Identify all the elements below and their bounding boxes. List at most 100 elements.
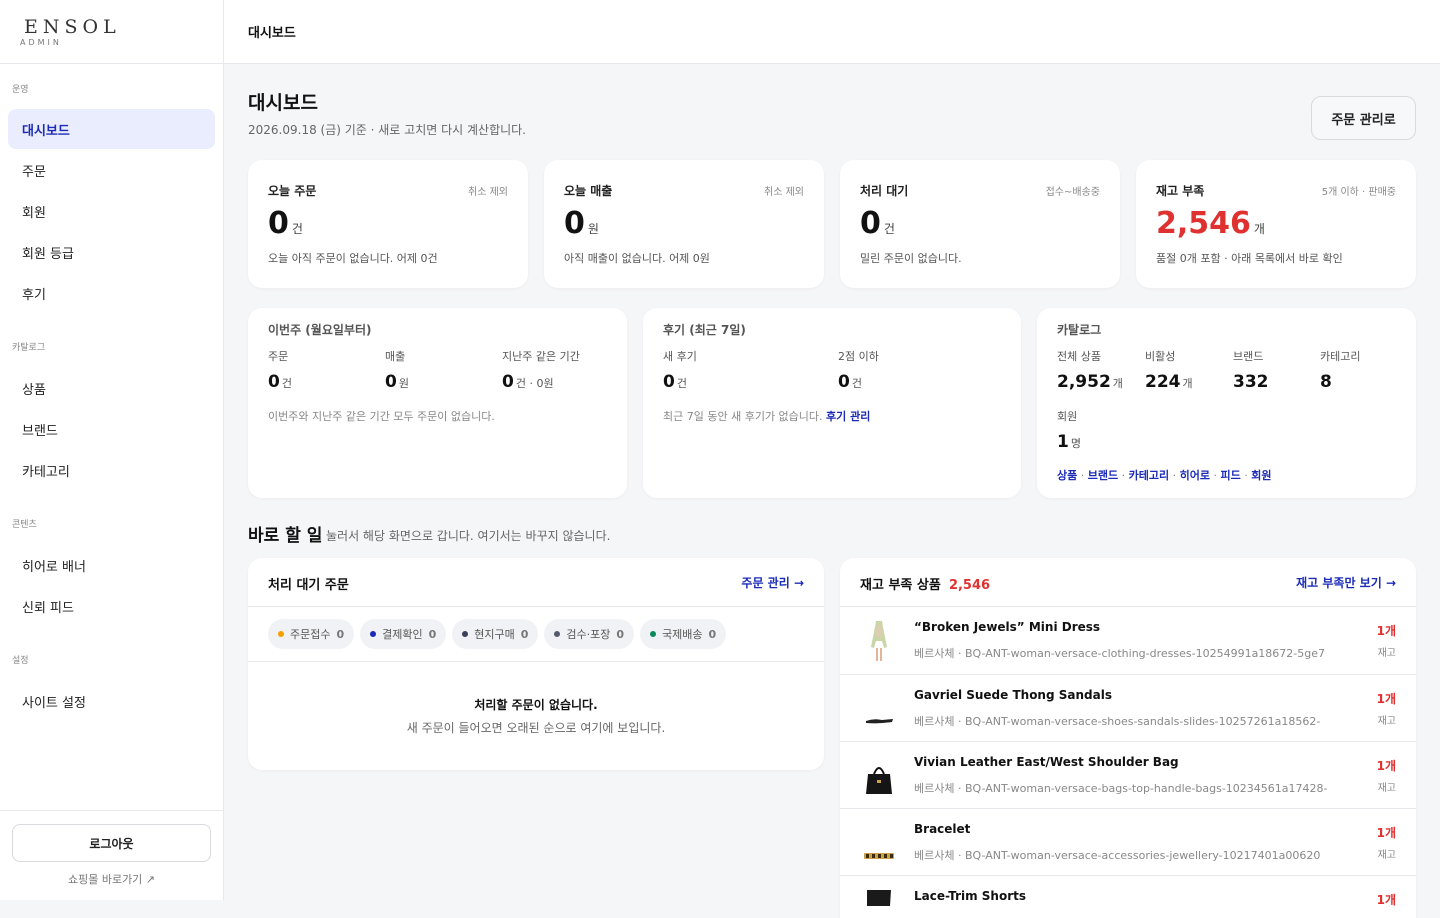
stat-value: 2,546 개 (1156, 206, 1265, 241)
stock-label: 재고 (1377, 716, 1396, 727)
product-sku: 베르사체 · BQ-ANT-woman-versace-shoes-sandal… (914, 715, 1321, 728)
brand-logo[interactable]: ENSOL ADMIN (0, 0, 223, 64)
stat-note: 접수~배송중 (1045, 187, 1100, 198)
week-prev: 지난주 같은 기간 0건 · 0원 (502, 350, 580, 392)
nav-section-settings: 설정 (12, 656, 29, 666)
shorts-thumbnail-icon (867, 890, 891, 906)
todo-title: 바로 할 일 (248, 526, 323, 546)
stat-label: 오늘 주문 (268, 184, 317, 198)
sidebar-item-members[interactable]: 회원 (8, 191, 215, 231)
week-note: 이번주와 지난주 같은 기간 모두 주문이 없습니다. (268, 410, 495, 423)
chip-order-received[interactable]: 주문접수 0 (268, 619, 355, 649)
chip-intl-shipping[interactable]: 국제배송 0 (640, 619, 727, 649)
sidebar-item-products[interactable]: 상품 (8, 368, 215, 408)
orders-management-button[interactable]: 주문 관리로 (1311, 96, 1416, 140)
catalog-link-feed[interactable]: 피드 (1220, 469, 1240, 482)
reviews-note: 최근 7일 동안 새 후기가 없습니다. 후기 관리 (663, 410, 871, 423)
product-sku: 베르사체 · BQ-ANT-woman-versace-bags-top-han… (914, 782, 1328, 795)
stock-row[interactable]: Lace-Trim Shorts 1개 (840, 875, 1416, 918)
reviews-card: 후기 (최근 7일) 새 후기 0건 2점 이하 0건 최근 7일 동안 새 후… (643, 308, 1021, 498)
week-title: 이번주 (월요일부터) (268, 323, 372, 337)
stat-desc: 밀린 주문이 없습니다. (860, 252, 962, 265)
pending-empty-title: 처리할 주문이 없습니다. (474, 698, 598, 712)
page-title: 대시보드 (248, 92, 318, 114)
sidebar-item-reviews[interactable]: 후기 (8, 273, 215, 313)
catalog-inactive: 비활성 224 개 (1145, 350, 1193, 392)
sidebar-item-dashboard[interactable]: 대시보드 (8, 109, 215, 149)
brand-sub: ADMIN (20, 38, 62, 47)
product-name: Lace-Trim Shorts (914, 889, 1027, 903)
stock-label: 재고 (1377, 648, 1396, 659)
catalog-title: 카탈로그 (1057, 323, 1102, 337)
status-dot-icon (462, 631, 469, 637)
low-stock-header: 재고 부족 상품 2,546 재고 부족만 보기 → (840, 558, 1416, 607)
status-chips: 주문접수 0 결제확인 0 현지구매 0 검수·포장 0 국제배송 0 (248, 607, 824, 662)
stat-card-today-orders[interactable]: 오늘 주문 취소 제외 0건 오늘 아직 주문이 없습니다. 어제 0건 (248, 160, 528, 288)
catalog-link-brands[interactable]: 브랜드 (1088, 469, 1118, 482)
stat-card-today-sales[interactable]: 오늘 매출 취소 제외 0원 아직 매출이 없습니다. 어제 0원 (544, 160, 824, 288)
product-name: Gavriel Suede Thong Sandals (914, 688, 1112, 702)
sidebar-item-member-grades[interactable]: 회원 등급 (8, 232, 215, 272)
reviews-title: 후기 (최근 7일) (663, 323, 746, 337)
stat-note: 취소 제외 (468, 187, 508, 198)
bag-thumbnail-icon (866, 767, 892, 794)
nav-section-catalog: 카탈로그 (12, 343, 46, 353)
sidebar: ENSOL ADMIN 운영 대시보드 주문 회원 회원 등급 후기 카탈로그 … (0, 0, 224, 900)
stat-card-pending[interactable]: 처리 대기 접수~배송중 0건 밀린 주문이 없습니다. (840, 160, 1120, 288)
sidebar-item-hero-banner[interactable]: 히어로 배너 (8, 545, 215, 585)
status-dot-icon (650, 631, 657, 637)
catalog-link-categories[interactable]: 카테고리 (1129, 469, 1169, 482)
todo-subtitle: 눌러서 해당 화면으로 갑니다. 여기서는 바꾸지 않습니다. (326, 529, 611, 543)
catalog-categories: 카테고리 8 (1320, 350, 1361, 392)
stock-row[interactable]: Gavriel Suede Thong Sandals 베르사체 · BQ-AN… (840, 674, 1416, 741)
stat-value: 0원 (564, 206, 599, 241)
shop-link[interactable]: 쇼핑몰 바로가기 ↗ (0, 871, 223, 887)
stock-label: 재고 (1377, 783, 1396, 794)
stat-note: 취소 제외 (764, 187, 804, 198)
product-sku: 베르사체 · BQ-ANT-woman-versace-clothing-dre… (914, 647, 1326, 660)
sidebar-item-orders[interactable]: 주문 (8, 150, 215, 190)
low-stock-count: 2,546 (948, 578, 991, 593)
stock-row[interactable]: “Broken Jewels” Mini Dress 베르사체 · BQ-ANT… (840, 607, 1416, 674)
page-subtitle: 2026.09.18 (금) 기준 · 새로 고치면 다시 계산합니다. (248, 123, 527, 137)
sidebar-item-trust-feed[interactable]: 신뢰 피드 (8, 586, 215, 626)
sidebar-item-categories[interactable]: 카테고리 (8, 450, 215, 490)
product-name: Bracelet (914, 822, 971, 836)
stat-label: 처리 대기 (860, 184, 909, 198)
chip-local-purchase[interactable]: 현지구매 0 (452, 619, 539, 649)
bracelet-thumbnail-icon (864, 853, 894, 859)
sidebar-footer: 로그아웃 쇼핑몰 바로가기 ↗ (0, 810, 223, 900)
stock-row[interactable]: Vivian Leather East/West Shoulder Bag 베르… (840, 741, 1416, 808)
catalog-brands: 브랜드 332 (1233, 350, 1269, 392)
nav-section-ops: 운영 (12, 85, 29, 95)
low-stock-title: 재고 부족 상품 (860, 578, 941, 593)
reviews-low: 2점 이하 0건 (838, 350, 879, 392)
stock-row[interactable]: Bracelet 베르사체 · BQ-ANT-woman-versace-acc… (840, 808, 1416, 875)
low-stock-action-link[interactable]: 재고 부족만 보기 → (1296, 574, 1396, 591)
logout-button[interactable]: 로그아웃 (12, 824, 211, 862)
sidebar-item-site-settings[interactable]: 사이트 설정 (8, 681, 215, 721)
pending-action-link[interactable]: 주문 관리 → (741, 574, 804, 591)
brand-name: ENSOL (24, 16, 121, 38)
stat-desc: 오늘 아직 주문이 없습니다. 어제 0건 (268, 252, 438, 265)
catalog-link-products[interactable]: 상품 (1057, 469, 1077, 482)
reviews-manage-link[interactable]: 후기 관리 (826, 410, 870, 423)
product-sku: 베르사체 · BQ-ANT-woman-versace-accessories-… (914, 849, 1321, 862)
stock-quantity: 1개 (1376, 692, 1396, 706)
nav-section-content: 콘텐츠 (12, 520, 37, 530)
dress-thumbnail-icon (871, 621, 887, 661)
stat-card-low-stock[interactable]: 재고 부족 5개 이하 · 판매중 2,546 개 품절 0개 포함 · 아래 목… (1136, 160, 1416, 288)
low-stock-panel: 재고 부족 상품 2,546 재고 부족만 보기 → “Broken Jewel… (840, 558, 1416, 918)
stock-quantity: 1개 (1376, 826, 1396, 840)
catalog-link-members[interactable]: 회원 (1251, 469, 1271, 482)
chip-inspection-packing[interactable]: 검수·포장 0 (544, 619, 635, 649)
catalog-link-hero[interactable]: 히어로 (1180, 469, 1210, 482)
pending-orders-panel: 처리 대기 주문 주문 관리 → 주문접수 0 결제확인 0 현지구매 0 검수·포장… (248, 558, 824, 770)
chip-payment-confirmed[interactable]: 결제확인 0 (360, 619, 447, 649)
pending-title: 처리 대기 주문 (268, 578, 349, 593)
stat-note: 5개 이하 · 판매중 (1321, 187, 1396, 198)
sidebar-item-brands[interactable]: 브랜드 (8, 409, 215, 449)
topbar-title: 대시보드 (224, 0, 1440, 64)
catalog-total: 전체 상품 2,952 개 (1057, 350, 1123, 392)
product-name: Vivian Leather East/West Shoulder Bag (914, 755, 1179, 769)
